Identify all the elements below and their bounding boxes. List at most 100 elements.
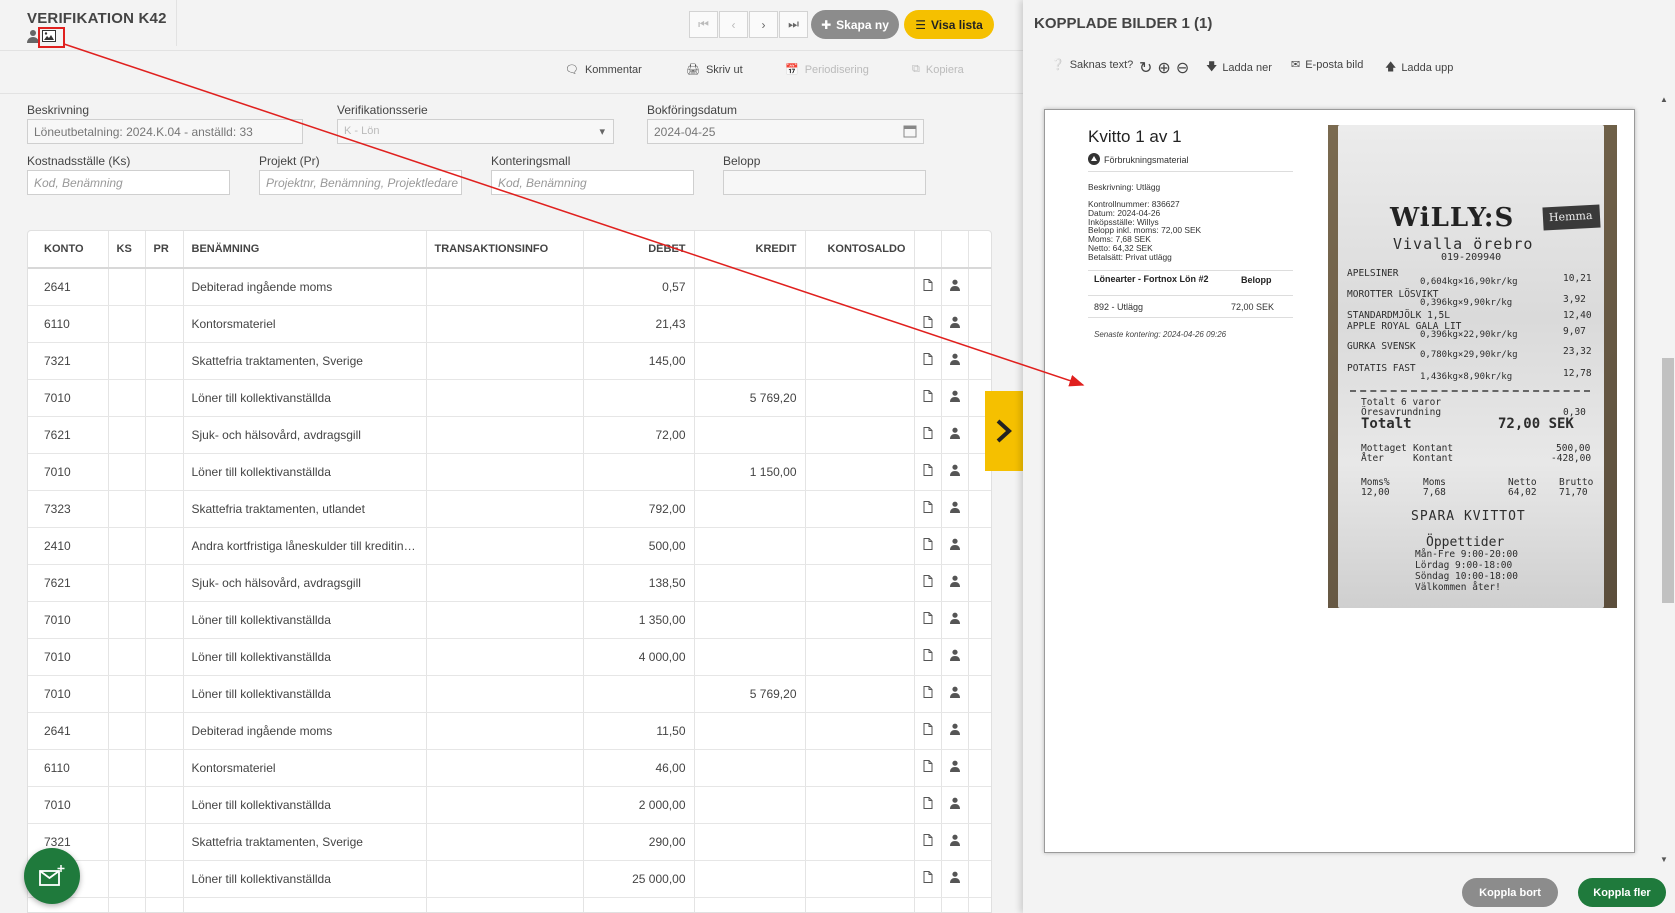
unlink-button[interactable]: Koppla bort bbox=[1462, 878, 1558, 907]
user-icon[interactable] bbox=[941, 749, 969, 787]
cell-konto[interactable]: 7010 bbox=[28, 638, 109, 676]
document-viewer[interactable]: Kvitto 1 av 1 Förbrukningsmaterial Beskr… bbox=[1044, 109, 1635, 853]
cell-pr[interactable] bbox=[145, 305, 184, 343]
cell-benamning[interactable]: Löner till kollektivanställda bbox=[183, 379, 427, 417]
cell-transaktionsinfo[interactable] bbox=[426, 305, 584, 343]
calendar-icon[interactable] bbox=[903, 124, 917, 141]
create-new-button[interactable]: ✚ Skapa ny bbox=[811, 10, 899, 39]
cell-transaktionsinfo[interactable] bbox=[426, 564, 584, 602]
last-record-button[interactable]: ⏭ bbox=[779, 11, 808, 38]
download-action[interactable]: 🡇 Ladda ner bbox=[1206, 58, 1272, 77]
missing-text-action[interactable]: ❔ Saknas text? bbox=[1051, 58, 1133, 72]
cell-benamning[interactable]: Sjuk- och hälsovård, avdragsgill bbox=[183, 416, 427, 454]
cell-transaktionsinfo[interactable] bbox=[426, 749, 584, 787]
amount-field[interactable] bbox=[723, 170, 926, 195]
cell-kredit[interactable]: 5 769,20 bbox=[694, 675, 806, 713]
cell-kredit[interactable] bbox=[694, 305, 806, 343]
cell-kontosaldo[interactable] bbox=[805, 453, 915, 491]
cell-benamning[interactable]: Löner till kollektivanställda bbox=[183, 453, 427, 491]
cell-konto[interactable]: 6110 bbox=[28, 749, 109, 787]
cell-pr[interactable] bbox=[145, 268, 184, 306]
table-row[interactable]: Löner till kollektivanställda 25 000,00 bbox=[28, 860, 991, 898]
cell-kredit[interactable] bbox=[694, 786, 806, 824]
cell-debet[interactable]: 25 000,00 bbox=[583, 860, 695, 898]
document-icon[interactable] bbox=[914, 749, 942, 787]
cell-debet[interactable]: 4 000,00 bbox=[583, 638, 695, 676]
cell-debet[interactable] bbox=[583, 453, 695, 491]
document-icon[interactable] bbox=[914, 638, 942, 676]
cell-kontosaldo[interactable] bbox=[805, 527, 915, 565]
scrollbar-thumb[interactable] bbox=[1662, 358, 1674, 603]
next-record-button[interactable]: › bbox=[749, 11, 778, 38]
cost-center-input[interactable]: Kod, Benämning bbox=[27, 170, 230, 195]
cell-kontosaldo[interactable] bbox=[805, 897, 915, 912]
print-action[interactable]: 🖨 Skriv ut bbox=[686, 63, 743, 77]
cell-debet[interactable] bbox=[583, 379, 695, 417]
cell-kredit[interactable] bbox=[694, 897, 806, 912]
table-row[interactable]: 7321 Skattefria traktamenten, Sverige 145,… bbox=[28, 342, 991, 380]
cell-debet[interactable]: 500,00 bbox=[583, 527, 695, 565]
cell-pr[interactable] bbox=[145, 490, 184, 528]
user-icon[interactable] bbox=[941, 786, 969, 824]
cell-benamning[interactable]: Andra kortfristiga låneskulder till kred… bbox=[183, 527, 427, 565]
column-header[interactable]: BENÄMNING bbox=[183, 231, 427, 269]
toggle-panel-button[interactable] bbox=[985, 391, 1023, 471]
document-icon[interactable] bbox=[914, 268, 942, 306]
cell-kontosaldo[interactable] bbox=[805, 860, 915, 898]
booking-date-field[interactable]: 2024-04-25 bbox=[647, 119, 924, 144]
cell-ks[interactable] bbox=[108, 823, 146, 861]
cell-benamning[interactable]: Sjuk- och hälsovård, avdragsgill bbox=[183, 564, 427, 602]
user-icon[interactable] bbox=[27, 29, 43, 45]
cell-benamning[interactable]: Löner till kollektivanställda bbox=[183, 638, 427, 676]
cell-kredit[interactable] bbox=[694, 860, 806, 898]
upload-action[interactable]: 🡅 Ladda upp bbox=[1385, 58, 1453, 77]
rotate-icon[interactable]: ↻ bbox=[1139, 58, 1152, 78]
cell-pr[interactable] bbox=[145, 712, 184, 750]
table-row[interactable]: 6110 Kontorsmateriel 46,00 bbox=[28, 749, 991, 787]
zoom-out-icon[interactable]: ⊖ bbox=[1176, 58, 1189, 78]
email-image-action[interactable]: ✉ E-posta bild bbox=[1291, 58, 1363, 72]
cell-kredit[interactable] bbox=[694, 749, 806, 787]
cell-benamning[interactable]: Debiterad ingående moms bbox=[183, 268, 427, 306]
message-fab-button[interactable] bbox=[24, 848, 80, 904]
document-icon[interactable] bbox=[914, 453, 942, 491]
document-icon[interactable] bbox=[914, 712, 942, 750]
document-icon[interactable] bbox=[914, 786, 942, 824]
user-icon[interactable] bbox=[941, 823, 969, 861]
show-list-button[interactable]: ☰ Visa lista bbox=[904, 10, 994, 39]
cell-ks[interactable] bbox=[108, 379, 146, 417]
table-row[interactable]: 2641 Debiterad ingående moms 11,50 bbox=[28, 712, 991, 750]
cell-konto[interactable]: 7010 bbox=[28, 786, 109, 824]
scroll-up-icon[interactable]: ▲ bbox=[1660, 95, 1668, 104]
link-more-button[interactable]: Koppla fler bbox=[1578, 878, 1666, 907]
column-header[interactable]: PR bbox=[145, 231, 184, 269]
cell-pr[interactable] bbox=[145, 823, 184, 861]
cell-ks[interactable] bbox=[108, 897, 146, 912]
cell-benamning[interactable] bbox=[183, 897, 427, 912]
cell-kontosaldo[interactable] bbox=[805, 268, 915, 306]
cell-debet[interactable]: 72,00 bbox=[583, 416, 695, 454]
document-icon[interactable] bbox=[914, 490, 942, 528]
column-header[interactable]: KONTO bbox=[28, 231, 109, 269]
series-select[interactable]: K - Lön ▾ bbox=[337, 119, 614, 144]
cell-debet[interactable]: 21,43 bbox=[583, 305, 695, 343]
user-icon[interactable] bbox=[941, 860, 969, 898]
user-icon[interactable] bbox=[941, 342, 969, 380]
table-row[interactable]: 7010 Löner till kollektivanställda 2 000,0… bbox=[28, 786, 991, 824]
cell-transaktionsinfo[interactable] bbox=[426, 490, 584, 528]
cell-kontosaldo[interactable] bbox=[805, 305, 915, 343]
column-header[interactable]: KREDIT bbox=[694, 231, 806, 269]
cell-benamning[interactable]: Löner till kollektivanställda bbox=[183, 860, 427, 898]
table-row[interactable]: 7323 Skattefria traktamenten, utlandet 792… bbox=[28, 490, 991, 528]
cell-kredit[interactable] bbox=[694, 823, 806, 861]
cell-kredit[interactable]: 5 769,20 bbox=[694, 379, 806, 417]
cell-debet[interactable]: 2 000,00 bbox=[583, 786, 695, 824]
cell-benamning[interactable]: Skattefria traktamenten, Sverige bbox=[183, 823, 427, 861]
cell-pr[interactable] bbox=[145, 601, 184, 639]
cell-kontosaldo[interactable] bbox=[805, 823, 915, 861]
document-icon[interactable] bbox=[914, 305, 942, 343]
document-icon[interactable] bbox=[914, 379, 942, 417]
table-row[interactable]: 6110 Kontorsmateriel 21,43 bbox=[28, 305, 991, 343]
scroll-down-icon[interactable]: ▼ bbox=[1660, 855, 1668, 864]
document-icon[interactable] bbox=[914, 860, 942, 898]
